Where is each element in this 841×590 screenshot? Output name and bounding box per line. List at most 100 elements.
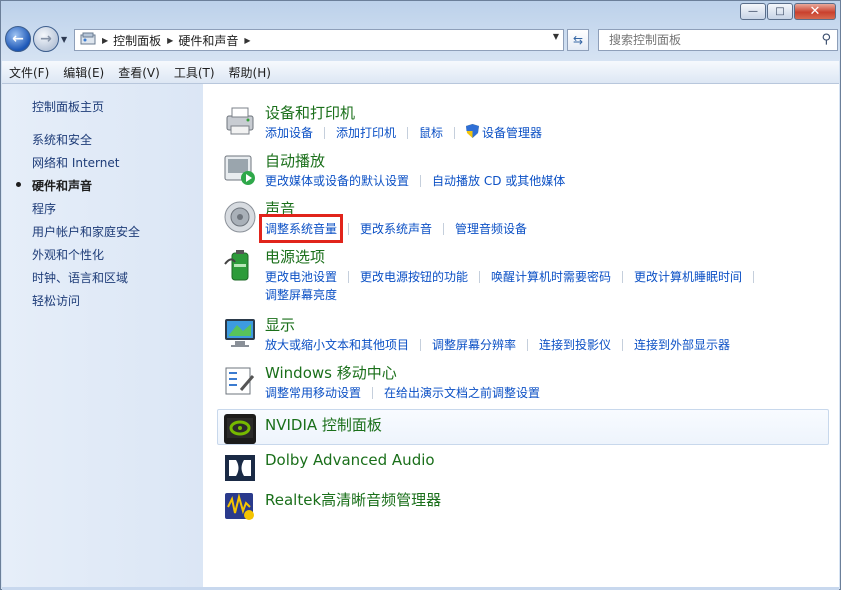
link-separator xyxy=(407,126,409,139)
link-separator xyxy=(420,338,422,351)
section-title-sound[interactable]: 声音 xyxy=(265,198,295,219)
search-input[interactable] xyxy=(607,32,821,48)
link-separator xyxy=(753,270,755,283)
control-panel-window: — □ ✕ ← → ▼ ▶ 控制面板 ▶ 硬件和声音 ▶ ▼ ⇆ ⚲ 文件(F)… xyxy=(0,0,841,590)
link-mouse[interactable]: 鼠标 xyxy=(419,124,443,141)
autoplay-icon[interactable] xyxy=(223,152,257,186)
link-external-display[interactable]: 连接到外部显示器 xyxy=(634,336,730,353)
sidebar-item-hardware-sound[interactable]: 硬件和声音 xyxy=(32,177,92,194)
minimize-button[interactable]: — xyxy=(740,3,766,20)
sidebar-item-appearance[interactable]: 外观和个性化 xyxy=(32,246,104,263)
link-change-media-defaults[interactable]: 更改媒体或设备的默认设置 xyxy=(265,172,409,189)
section-title-power-options[interactable]: 电源选项 xyxy=(265,246,325,267)
main-content: 设备和打印机 添加设备 添加打印机 鼠标 设备管理器 自动播放 更改媒体或设备的… xyxy=(203,84,839,587)
sidebar-item-system-security[interactable]: 系统和安全 xyxy=(32,131,92,148)
breadcrumb-control-panel[interactable]: 控制面板 xyxy=(113,32,161,49)
sidebar-item-user-accounts[interactable]: 用户帐户和家庭安全 xyxy=(32,223,140,240)
menu-tools[interactable]: 工具(T) xyxy=(167,64,222,81)
forward-button[interactable]: → xyxy=(33,26,59,52)
section-title-dolby[interactable]: Dolby Advanced Audio xyxy=(265,451,435,469)
section-links: 调整常用移动设置 在给出演示文档之前调整设置 xyxy=(265,384,540,401)
arrow-right-icon: → xyxy=(40,31,52,47)
link-adjust-system-volume[interactable]: 调整系统音量 xyxy=(258,214,344,243)
section-title-nvidia[interactable]: NVIDIA 控制面板 xyxy=(265,414,382,435)
breadcrumb-arrow-icon[interactable]: ▶ xyxy=(167,36,173,45)
maximize-button[interactable]: □ xyxy=(767,3,793,20)
link-separator xyxy=(479,270,481,283)
section-title-display[interactable]: 显示 xyxy=(265,314,295,335)
link-separator xyxy=(420,174,422,187)
close-button[interactable]: ✕ xyxy=(794,3,836,20)
battery-icon[interactable] xyxy=(223,248,257,282)
link-sleep-time[interactable]: 更改计算机睡眠时间 xyxy=(634,268,742,285)
sidebar-item-network[interactable]: 网络和 Internet xyxy=(32,154,119,171)
section-links: 添加设备 添加打印机 鼠标 设备管理器 xyxy=(265,124,542,141)
mobility-center-icon[interactable] xyxy=(223,364,257,398)
section-title-autoplay[interactable]: 自动播放 xyxy=(265,150,325,171)
link-separator xyxy=(622,338,624,351)
link-wake-password[interactable]: 唤醒计算机时需要密码 xyxy=(491,268,611,285)
caption-buttons: — □ ✕ xyxy=(739,3,836,20)
sidebar-item-programs[interactable]: 程序 xyxy=(32,200,56,217)
control-panel-folder-icon xyxy=(80,32,96,49)
menu-edit[interactable]: 编辑(E) xyxy=(56,64,111,81)
sidebar-item-ease-of-access[interactable]: 轻松访问 xyxy=(32,292,80,309)
printer-icon[interactable] xyxy=(223,104,257,138)
link-separator xyxy=(527,338,529,351)
link-add-printer[interactable]: 添加打印机 xyxy=(336,124,396,141)
link-presentation-settings[interactable]: 在给出演示文档之前调整设置 xyxy=(384,384,540,401)
link-manage-audio-devices[interactable]: 管理音频设备 xyxy=(455,220,527,237)
breadcrumb-arrow-icon[interactable]: ▶ xyxy=(102,36,108,45)
dolby-icon[interactable] xyxy=(223,451,257,485)
breadcrumb-arrow-icon[interactable]: ▶ xyxy=(244,36,250,45)
speaker-icon[interactable] xyxy=(223,200,257,234)
link-separator xyxy=(324,126,326,139)
current-bullet-icon xyxy=(16,182,21,187)
link-connect-projector[interactable]: 连接到投影仪 xyxy=(539,336,611,353)
section-title-devices-printers[interactable]: 设备和打印机 xyxy=(265,102,355,123)
sidebar-home-link[interactable]: 控制面板主页 xyxy=(32,98,104,115)
link-change-battery-settings[interactable]: 更改电池设置 xyxy=(265,268,337,285)
section-title-realtek[interactable]: Realtek高清晰音频管理器 xyxy=(265,489,441,510)
link-adjust-brightness[interactable]: 调整屏幕亮度 xyxy=(265,286,337,303)
menu-view[interactable]: 查看(V) xyxy=(111,64,167,81)
refresh-button[interactable]: ⇆ xyxy=(567,29,589,51)
navigation-buttons: ← → ▼ xyxy=(5,26,67,52)
link-mobility-settings[interactable]: 调整常用移动设置 xyxy=(265,384,361,401)
realtek-icon[interactable] xyxy=(223,489,257,523)
link-device-manager[interactable]: 设备管理器 xyxy=(482,124,542,141)
link-change-system-sounds[interactable]: 更改系统声音 xyxy=(360,220,432,237)
address-bar[interactable]: ▶ 控制面板 ▶ 硬件和声音 ▶ ▼ xyxy=(74,29,564,51)
link-separator xyxy=(622,270,624,283)
link-separator xyxy=(348,270,350,283)
refresh-icon: ⇆ xyxy=(572,33,584,47)
link-screen-resolution[interactable]: 调整屏幕分辨率 xyxy=(432,336,516,353)
uac-shield-icon xyxy=(466,124,480,141)
nvidia-icon[interactable] xyxy=(223,412,257,446)
link-separator xyxy=(348,222,350,235)
link-add-device[interactable]: 添加设备 xyxy=(265,124,313,141)
breadcrumb-hardware-sound[interactable]: 硬件和声音 xyxy=(178,32,238,49)
address-dropdown-icon[interactable]: ▼ xyxy=(553,32,559,41)
link-autoplay-cd[interactable]: 自动播放 CD 或其他媒体 xyxy=(432,172,565,189)
recent-pages-dropdown[interactable]: ▼ xyxy=(61,35,67,44)
section-links: 更改电池设置 更改电源按钮的功能 唤醒计算机时需要密码 更改计算机睡眠时间 xyxy=(265,268,765,285)
sidebar-item-clock-region[interactable]: 时钟、语言和区域 xyxy=(32,269,128,286)
menu-help[interactable]: 帮助(H) xyxy=(222,64,278,81)
sidebar: 控制面板主页 系统和安全 网络和 Internet 硬件和声音 程序 用户帐户和… xyxy=(2,84,203,587)
back-button[interactable]: ← xyxy=(5,26,31,52)
monitor-icon[interactable] xyxy=(223,316,257,350)
link-separator xyxy=(372,386,374,399)
section-links: 放大或缩小文本和其他项目 调整屏幕分辨率 连接到投影仪 连接到外部显示器 xyxy=(265,336,730,353)
search-box: ⚲ xyxy=(598,29,838,51)
link-separator xyxy=(454,126,456,139)
search-icon[interactable]: ⚲ xyxy=(821,32,831,47)
menu-file[interactable]: 文件(F) xyxy=(2,64,56,81)
arrow-left-icon: ← xyxy=(12,31,24,47)
link-power-button-function[interactable]: 更改电源按钮的功能 xyxy=(360,268,468,285)
section-links: 调整系统音量 更改系统声音 管理音频设备 xyxy=(258,214,527,243)
menu-bar: 文件(F) 编辑(E) 查看(V) 工具(T) 帮助(H) xyxy=(2,61,839,84)
section-links-row2: 调整屏幕亮度 xyxy=(265,286,337,303)
section-title-mobility-center[interactable]: Windows 移动中心 xyxy=(265,362,397,383)
link-text-size[interactable]: 放大或缩小文本和其他项目 xyxy=(265,336,409,353)
